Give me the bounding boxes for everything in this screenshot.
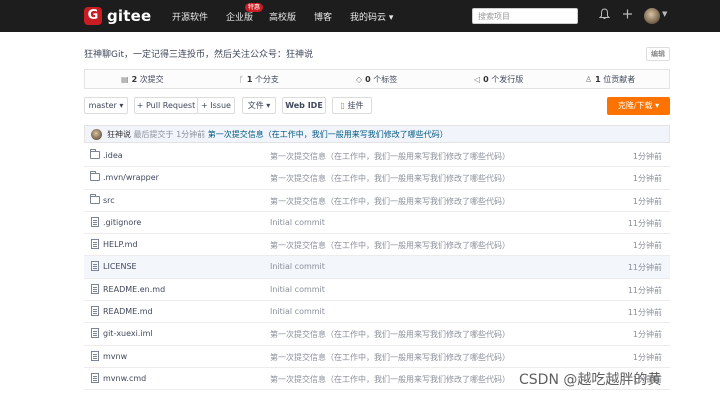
file-icon [91, 372, 99, 383]
chevron-down-icon[interactable]: ▼ [662, 10, 667, 18]
file-name[interactable]: mvnw [103, 352, 127, 361]
file-icon [91, 283, 99, 294]
gitee-logo-icon: G [84, 7, 102, 25]
file-list: .idea 第一次提交信息（在工作中，我们一般用来写我们修改了哪些代码） 1分钟… [84, 145, 670, 391]
stat-releases[interactable]: ◁ 0 个发行版 [474, 74, 523, 85]
nav-university[interactable]: 高校版 [269, 10, 296, 23]
file-name[interactable]: mvnw.cmd [103, 374, 146, 383]
file-row[interactable]: mvnw 第一次提交信息（在工作中，我们一般用来写我们修改了哪些代码） 1分钟前 [84, 346, 670, 368]
file-time: 1分钟前 [632, 174, 662, 184]
file-icon [91, 239, 99, 250]
stat-contributors[interactable]: ♙ 1 位贡献者 [585, 74, 635, 85]
file-time: 1分钟前 [632, 196, 662, 206]
commit-message-link[interactable]: 第一次提交信息（在工作中，我们一般用来写我们修改了哪些代码） [208, 130, 448, 139]
file-row[interactable]: src 第一次提交信息（在工作中，我们一般用来写我们修改了哪些代码） 1分钟前 [84, 190, 670, 212]
bell-icon[interactable] [598, 8, 611, 25]
clone-download-button[interactable]: 克隆/下载 ▾ [607, 97, 670, 115]
search-input[interactable]: 搜索项目 [472, 8, 578, 24]
tag-icon: ◇ [356, 75, 363, 84]
file-commit-message[interactable]: 第一次提交信息（在工作中，我们一般用来写我们修改了哪些代码） [270, 374, 510, 385]
file-menu-button[interactable]: 文件 ▾ [242, 97, 276, 114]
file-row[interactable]: .idea 第一次提交信息（在工作中，我们一般用来写我们修改了哪些代码） 1分钟… [84, 145, 670, 168]
file-row[interactable]: LICENSE Initial commit 11分钟前 [84, 256, 670, 279]
latest-commit-bar: 狂神说 最后提交于 1分钟前 第一次提交信息（在工作中，我们一般用来写我们修改了… [84, 125, 670, 143]
file-time: 11分钟前 [627, 263, 662, 273]
contributor-icon: ♙ [585, 75, 593, 84]
file-name[interactable]: src [103, 196, 115, 205]
widget-button[interactable]: ▯ 挂件 [332, 97, 372, 114]
file-row[interactable]: .mvn/wrapper 第一次提交信息（在工作中，我们一般用来写我们修改了哪些… [84, 167, 670, 190]
nav-blog[interactable]: 博客 [314, 10, 332, 23]
file-time: 11分钟前 [627, 308, 662, 318]
file-icon [91, 261, 99, 272]
branch-select[interactable]: master ▾ [84, 97, 128, 114]
commit-author-avatar[interactable] [91, 129, 102, 140]
file-name[interactable]: HELP.md [103, 240, 138, 249]
file-name[interactable]: .idea [103, 151, 123, 160]
edit-description-button[interactable]: 编辑 [646, 47, 670, 61]
file-time: 1分钟前 [632, 330, 662, 340]
user-avatar[interactable] [644, 8, 660, 24]
nav-open-source[interactable]: 开源软件 [172, 10, 208, 23]
file-commit-message[interactable]: Initial commit [270, 218, 325, 227]
pull-request-button[interactable]: + Pull Request [134, 97, 198, 114]
branch-icon: ᚴ [239, 75, 244, 84]
file-commit-message[interactable]: Initial commit [270, 285, 325, 294]
file-time: 1分钟前 [632, 152, 662, 161]
stat-commits[interactable]: ▤ 2 次提交 [121, 74, 164, 85]
file-row[interactable]: HELP.md 第一次提交信息（在工作中，我们一般用来写我们修改了哪些代码） 1… [84, 234, 670, 257]
release-icon: ◁ [474, 75, 481, 84]
file-time: 11分钟前 [627, 285, 662, 295]
commit-time: 最后提交于 1分钟前 [133, 130, 206, 139]
file-commit-message[interactable]: 第一次提交信息（在工作中，我们一般用来写我们修改了哪些代码） [270, 196, 510, 207]
web-ide-button[interactable]: Web IDE [282, 97, 326, 114]
plus-icon[interactable] [622, 8, 633, 25]
nav-enterprise-badge: 特惠 [245, 3, 264, 12]
file-time: 1分钟前 [632, 241, 662, 251]
file-name[interactable]: .gitignore [103, 218, 141, 227]
top-navbar: G gitee 开源软件 企业版 特惠 高校版 博客 我的码云 ▾ 搜索项目 ▼ [0, 0, 720, 32]
gitee-logo[interactable]: G gitee [84, 7, 151, 25]
commit-icon: ▤ [121, 75, 129, 84]
file-commit-message[interactable]: Initial commit [270, 262, 325, 271]
file-time: 1分钟前 [632, 352, 662, 362]
file-name[interactable]: .mvn/wrapper [103, 173, 159, 182]
csdn-watermark: CSDN @越吃越胖的黄 [519, 372, 662, 388]
file-commit-message[interactable]: 第一次提交信息（在工作中，我们一般用来写我们修改了哪些代码） [270, 240, 510, 251]
folder-icon [90, 149, 100, 159]
bookmark-icon: ▯ [340, 101, 345, 110]
file-commit-message[interactable]: Initial commit [270, 307, 325, 316]
file-commit-message[interactable]: 第一次提交信息（在工作中，我们一般用来写我们修改了哪些代码） [270, 173, 510, 184]
nav-my-gitee[interactable]: 我的码云 ▾ [350, 10, 393, 23]
gitee-logo-text: gitee [107, 7, 152, 25]
file-row[interactable]: README.en.md Initial commit 11分钟前 [84, 279, 670, 302]
file-commit-message[interactable]: 第一次提交信息（在工作中，我们一般用来写我们修改了哪些代码） [270, 352, 510, 363]
commit-author[interactable]: 狂神说 [107, 130, 131, 139]
file-name[interactable]: README.md [103, 307, 153, 316]
stat-branches[interactable]: ᚴ1 个分支 [239, 74, 279, 85]
file-icon [91, 216, 99, 227]
file-icon [91, 306, 99, 317]
file-commit-message[interactable]: 第一次提交信息（在工作中，我们一般用来写我们修改了哪些代码） [270, 329, 510, 340]
folder-icon [90, 193, 100, 204]
file-row[interactable]: git-xuexi.iml 第一次提交信息（在工作中，我们一般用来写我们修改了哪… [84, 323, 670, 346]
file-icon [91, 328, 99, 339]
repo-stats-bar: ▤ 2 次提交 ᚴ1 个分支 ◇ 0 个标签 ◁ 0 个发行版 ♙ 1 位贡献者 [84, 69, 670, 89]
file-name[interactable]: git-xuexi.iml [103, 329, 153, 338]
file-commit-message[interactable]: 第一次提交信息（在工作中，我们一般用来写我们修改了哪些代码） [270, 151, 510, 162]
issue-button[interactable]: + Issue [197, 97, 235, 114]
repo-description: 狂神聊Git，一定记得三连投币，然后关注公众号：狂神说 [84, 50, 314, 60]
file-name[interactable]: LICENSE [103, 262, 137, 271]
file-row[interactable]: .gitignore Initial commit 11分钟前 [84, 212, 670, 235]
file-name[interactable]: README.en.md [103, 285, 165, 294]
file-time: 11分钟前 [627, 218, 662, 228]
folder-icon [90, 171, 100, 182]
stat-tags[interactable]: ◇ 0 个标签 [356, 74, 397, 85]
file-icon [91, 350, 99, 361]
file-row[interactable]: README.md Initial commit 11分钟前 [84, 301, 670, 324]
